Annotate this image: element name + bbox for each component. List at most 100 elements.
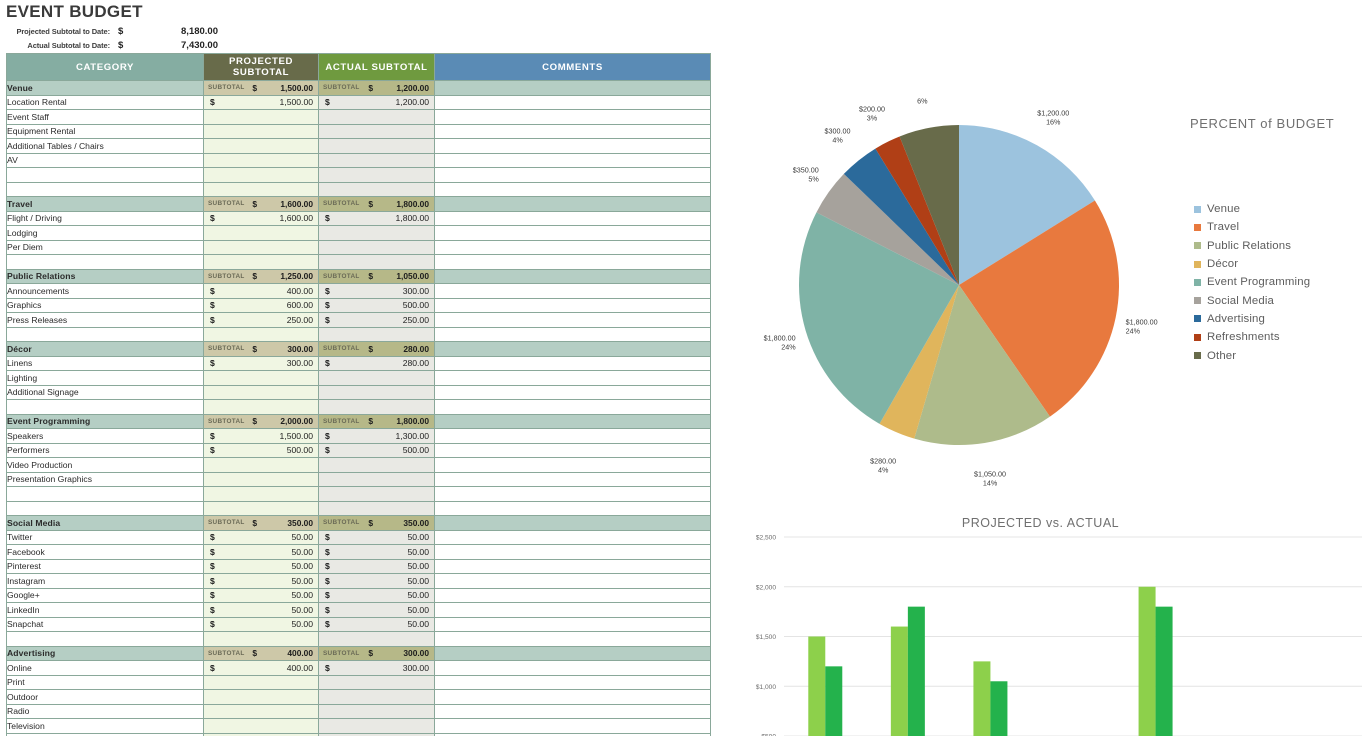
item-actual-cell[interactable]	[318, 689, 435, 705]
item-comment-cell[interactable]	[434, 544, 711, 560]
item-name[interactable]	[6, 486, 204, 502]
item-projected-cell[interactable]: $250.00	[203, 312, 319, 328]
item-projected-cell[interactable]	[203, 384, 319, 400]
item-comment-cell[interactable]	[434, 471, 711, 487]
item-name[interactable]: Event Staff	[6, 109, 204, 125]
item-projected-cell[interactable]: $50.00	[203, 544, 319, 560]
item-name[interactable]: Presentation Graphics	[6, 471, 204, 487]
item-actual-cell[interactable]: $50.00	[318, 544, 435, 560]
item-comment-cell[interactable]	[434, 558, 711, 574]
category-comment[interactable]	[434, 645, 711, 661]
item-comment-cell[interactable]	[434, 225, 711, 241]
item-actual-cell[interactable]	[318, 370, 435, 386]
category-comment[interactable]	[434, 268, 711, 284]
item-actual-cell[interactable]	[318, 631, 435, 647]
item-comment-cell[interactable]	[434, 703, 711, 719]
item-projected-cell[interactable]	[203, 123, 319, 139]
item-name[interactable]: Lighting	[6, 370, 204, 386]
item-name[interactable]	[6, 254, 204, 270]
item-projected-cell[interactable]	[203, 326, 319, 342]
item-name[interactable]	[6, 399, 204, 415]
item-comment-cell[interactable]	[434, 312, 711, 328]
item-comment-cell[interactable]	[434, 254, 711, 270]
item-projected-cell[interactable]: $300.00	[203, 355, 319, 371]
item-name[interactable]	[6, 167, 204, 183]
item-actual-cell[interactable]: $50.00	[318, 573, 435, 589]
item-name[interactable]: Television	[6, 718, 204, 734]
item-actual-cell[interactable]: $50.00	[318, 558, 435, 574]
item-name[interactable]: Twitter	[6, 529, 204, 545]
item-comment-cell[interactable]	[434, 239, 711, 255]
item-actual-cell[interactable]: $1,800.00	[318, 210, 435, 226]
item-projected-cell[interactable]: $50.00	[203, 616, 319, 632]
item-comment-cell[interactable]	[434, 616, 711, 632]
item-comment-cell[interactable]	[434, 283, 711, 299]
item-comment-cell[interactable]	[434, 152, 711, 168]
item-actual-cell[interactable]	[318, 181, 435, 197]
item-projected-cell[interactable]	[203, 239, 319, 255]
item-name[interactable]: Location Rental	[6, 94, 204, 110]
item-name[interactable]: Snapchat	[6, 616, 204, 632]
item-actual-cell[interactable]	[318, 399, 435, 415]
item-comment-cell[interactable]	[434, 167, 711, 183]
item-name[interactable]: Google+	[6, 587, 204, 603]
item-projected-cell[interactable]	[203, 254, 319, 270]
item-name[interactable]: Additional Signage	[6, 384, 204, 400]
item-actual-cell[interactable]	[318, 384, 435, 400]
item-name[interactable]: Flight / Driving	[6, 210, 204, 226]
category-comment[interactable]	[434, 341, 711, 357]
item-name[interactable]: Press Releases	[6, 312, 204, 328]
item-comment-cell[interactable]	[434, 94, 711, 110]
item-actual-cell[interactable]: $500.00	[318, 442, 435, 458]
item-actual-cell[interactable]	[318, 457, 435, 473]
item-comment-cell[interactable]	[434, 660, 711, 676]
item-actual-cell[interactable]: $50.00	[318, 616, 435, 632]
category-comment[interactable]	[434, 413, 711, 429]
item-actual-cell[interactable]: $300.00	[318, 283, 435, 299]
item-actual-cell[interactable]	[318, 109, 435, 125]
item-name[interactable]: Print	[6, 674, 204, 690]
item-actual-cell[interactable]	[318, 486, 435, 502]
item-comment-cell[interactable]	[434, 500, 711, 516]
item-projected-cell[interactable]	[203, 457, 319, 473]
item-name[interactable]: Video Production	[6, 457, 204, 473]
item-actual-cell[interactable]: $50.00	[318, 529, 435, 545]
item-comment-cell[interactable]	[434, 486, 711, 502]
item-actual-cell[interactable]	[318, 718, 435, 734]
item-comment-cell[interactable]	[434, 123, 711, 139]
item-name[interactable]: Linens	[6, 355, 204, 371]
category-comment[interactable]	[434, 196, 711, 212]
item-name[interactable]	[6, 181, 204, 197]
item-projected-cell[interactable]	[203, 399, 319, 415]
item-projected-cell[interactable]: $1,500.00	[203, 94, 319, 110]
item-comment-cell[interactable]	[434, 457, 711, 473]
item-actual-cell[interactable]: $500.00	[318, 297, 435, 313]
item-comment-cell[interactable]	[434, 573, 711, 589]
item-name[interactable]: Instagram	[6, 573, 204, 589]
category-comment[interactable]	[434, 515, 711, 531]
item-comment-cell[interactable]	[434, 428, 711, 444]
item-name[interactable]	[6, 631, 204, 647]
item-projected-cell[interactable]: $50.00	[203, 602, 319, 618]
item-actual-cell[interactable]	[318, 326, 435, 342]
item-projected-cell[interactable]: $50.00	[203, 587, 319, 603]
item-comment-cell[interactable]	[434, 689, 711, 705]
item-actual-cell[interactable]: $300.00	[318, 660, 435, 676]
item-name[interactable]: Per Diem	[6, 239, 204, 255]
item-actual-cell[interactable]: $50.00	[318, 587, 435, 603]
item-actual-cell[interactable]	[318, 225, 435, 241]
item-name[interactable]: Lodging	[6, 225, 204, 241]
item-actual-cell[interactable]	[318, 152, 435, 168]
item-name[interactable]: Radio	[6, 703, 204, 719]
item-name[interactable]: Announcements	[6, 283, 204, 299]
item-projected-cell[interactable]	[203, 718, 319, 734]
item-projected-cell[interactable]	[203, 138, 319, 154]
item-name[interactable]: LinkedIn	[6, 602, 204, 618]
item-actual-cell[interactable]: $50.00	[318, 602, 435, 618]
item-projected-cell[interactable]	[203, 631, 319, 647]
item-comment-cell[interactable]	[434, 181, 711, 197]
item-comment-cell[interactable]	[434, 718, 711, 734]
item-comment-cell[interactable]	[434, 587, 711, 603]
item-actual-cell[interactable]	[318, 167, 435, 183]
item-actual-cell[interactable]	[318, 138, 435, 154]
